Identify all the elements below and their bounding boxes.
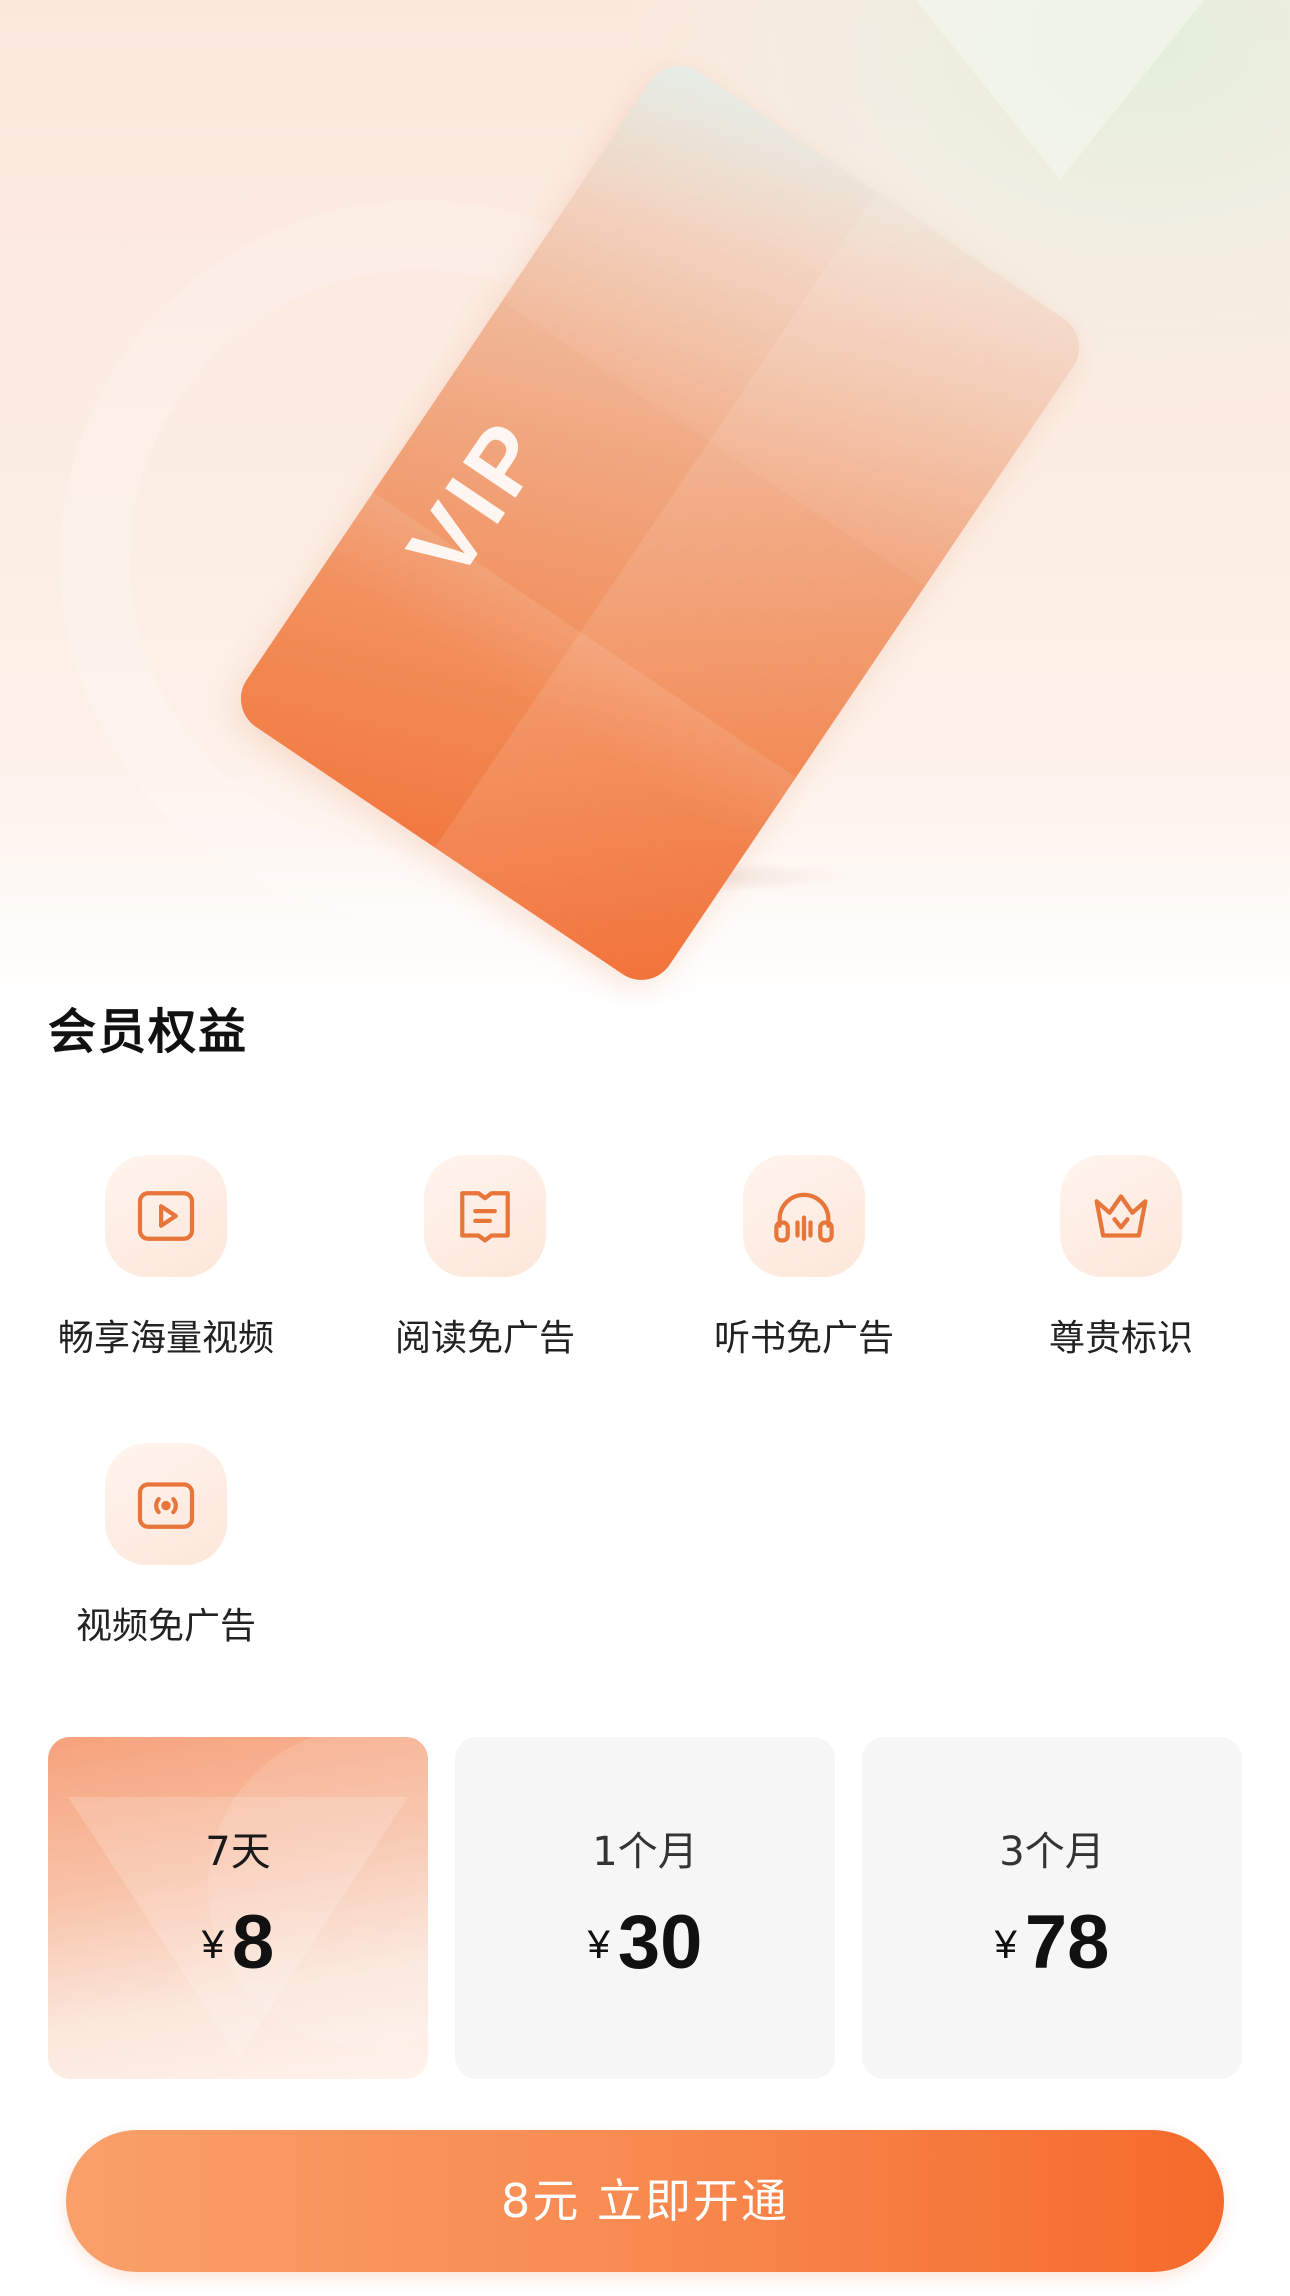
- book-icon: [424, 1155, 546, 1277]
- benefit-label: 尊贵标识: [1048, 1318, 1193, 1359]
- plan-price: ¥8: [48, 1899, 428, 1986]
- benefits-title: 会员权益: [48, 1004, 249, 1060]
- currency-symbol: ¥: [201, 1923, 224, 1967]
- benefit-label: 听书免广告: [713, 1318, 894, 1359]
- subscribe-button[interactable]: 8元 立即开通: [66, 2130, 1224, 2272]
- price-value: 78: [1024, 1900, 1110, 1985]
- broadcast-screen-icon: [105, 1443, 227, 1565]
- plan-price: ¥78: [862, 1899, 1242, 1986]
- benefit-item-videos[interactable]: 畅享海量视频: [21, 1155, 311, 1361]
- plan-price: ¥30: [455, 1899, 835, 1986]
- headphones-icon: [743, 1155, 865, 1277]
- hero-banner: VIP: [0, 0, 1290, 1005]
- currency-symbol: ¥: [994, 1923, 1017, 1967]
- benefit-label: 阅读免广告: [394, 1318, 575, 1359]
- play-video-icon: [105, 1155, 227, 1277]
- plan-duration: 3个月: [999, 1829, 1105, 1875]
- price-value: 8: [231, 1900, 275, 1985]
- crown-badge-icon: [1060, 1155, 1182, 1277]
- plan-duration: 1个月: [592, 1829, 698, 1875]
- currency-symbol: ¥: [587, 1923, 610, 1967]
- benefit-item-badge[interactable]: 尊贵标识: [976, 1155, 1266, 1361]
- benefit-label: 视频免广告: [75, 1606, 256, 1647]
- hero-decoration-triangle: [900, 0, 1220, 180]
- benefit-item-reading[interactable]: 阅读免广告: [340, 1155, 630, 1361]
- plan-duration: 7天: [205, 1829, 271, 1875]
- plan-option-3months[interactable]: 3个月 ¥78: [862, 1737, 1242, 2079]
- benefit-label: 畅享海量视频: [57, 1318, 274, 1359]
- benefit-item-audiobook[interactable]: 听书免广告: [659, 1155, 949, 1361]
- price-value: 30: [617, 1900, 703, 1985]
- plan-option-7days[interactable]: 7天 ¥8: [48, 1737, 428, 2079]
- benefit-item-video-no-ads[interactable]: 视频免广告: [21, 1443, 311, 1649]
- plan-option-1month[interactable]: 1个月 ¥30: [455, 1737, 835, 2079]
